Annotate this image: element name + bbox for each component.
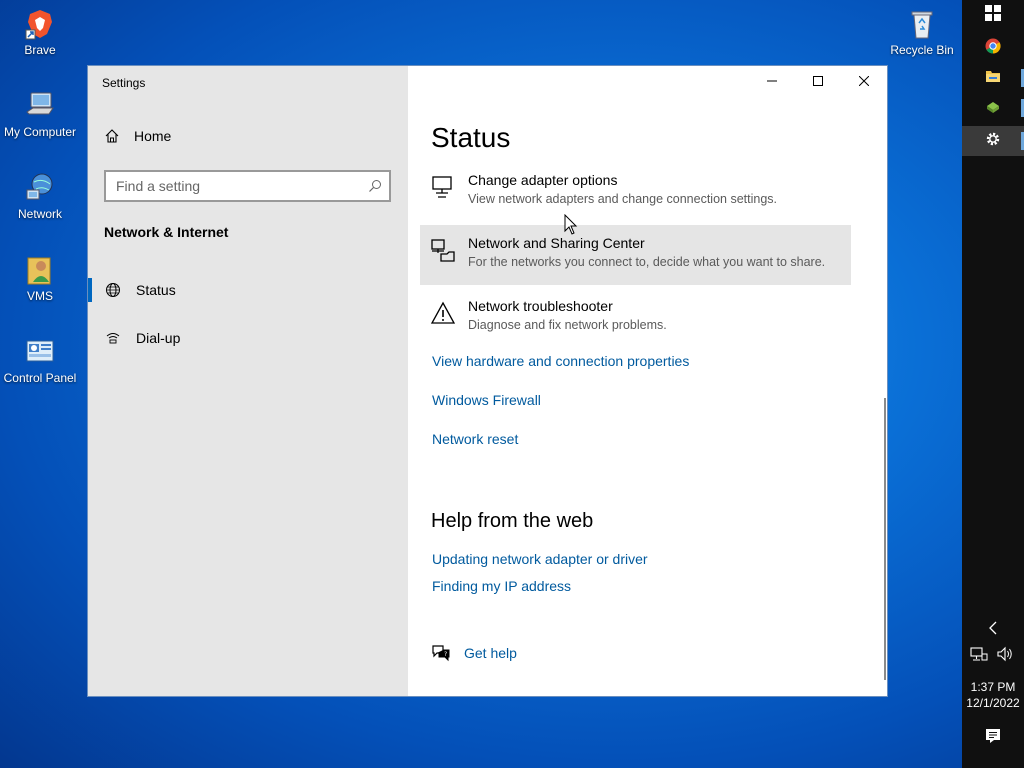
desktop-icon-network[interactable]: Network [0, 172, 80, 221]
link-windows-firewall[interactable]: Windows Firewall [432, 392, 541, 408]
taskbar-file-explorer[interactable] [962, 63, 1024, 93]
item-title: Change adapter options [468, 172, 618, 188]
chevron-left-icon [988, 621, 998, 640]
clock-time[interactable]: 1:37 PM [962, 679, 1024, 695]
item-description: Diagnose and fix network problems. [468, 318, 667, 332]
volume-icon[interactable] [996, 646, 1014, 667]
item-title: Network troubleshooter [468, 298, 613, 314]
taskbar-settings[interactable] [962, 126, 1024, 156]
desktop-icon-label: VMS [26, 289, 53, 303]
desktop-icon-brave[interactable]: Brave [0, 8, 80, 57]
network-icon [24, 172, 56, 204]
selected-indicator [88, 278, 92, 302]
get-help-row[interactable]: ? Get help [431, 643, 517, 663]
network-tray-icon[interactable] [970, 646, 988, 667]
home-link[interactable]: Home [104, 128, 171, 144]
chrome-icon [985, 38, 1001, 59]
desktop-icon-label: Recycle Bin [890, 43, 954, 57]
settings-content: Status Change adapter options View netwo… [408, 66, 887, 696]
page-title: Status [431, 122, 511, 153]
mouse-cursor-icon [564, 213, 578, 241]
desktop-icon-label: Brave [24, 43, 56, 57]
sidebar-item-label: Status [136, 282, 176, 298]
home-icon [104, 128, 120, 144]
link-hardware-connection-properties[interactable]: View hardware and connection properties [432, 353, 689, 369]
get-help-link[interactable]: Get help [464, 645, 517, 661]
taskbar-app[interactable] [962, 93, 1024, 123]
control-panel-icon [24, 336, 56, 368]
user-folder-icon [24, 254, 56, 286]
window-title: Settings [102, 76, 146, 90]
minimize-icon [767, 73, 777, 91]
sidebar-item-status[interactable]: Status [88, 273, 408, 307]
search-box[interactable] [104, 170, 391, 202]
warning-icon [430, 300, 456, 326]
desktop-icon-label: My Computer [3, 125, 77, 139]
windows-start-icon [985, 4, 1001, 26]
item-description: View network adapters and change connect… [468, 192, 777, 206]
search-icon[interactable] [368, 179, 382, 193]
settings-sidebar: Settings Home Network & Internet Status [88, 66, 408, 696]
network-sharing-center-item[interactable]: Network and Sharing Center For the netwo… [420, 225, 851, 285]
desktop-icon-label: Control Panel [3, 371, 77, 385]
link-finding-ip-address[interactable]: Finding my IP address [432, 578, 571, 594]
taskbar: 1:37 PM 12/1/2022 [962, 0, 1024, 768]
brave-icon [24, 8, 56, 40]
scrollbar[interactable] [884, 398, 886, 680]
taskbar-chrome[interactable] [962, 33, 1024, 63]
section-title: Network & Internet [104, 224, 229, 240]
network-troubleshooter-item[interactable]: Network troubleshooter Diagnose and fix … [420, 288, 851, 348]
maximize-button[interactable] [795, 66, 841, 98]
chat-help-icon: ? [431, 643, 451, 663]
sidebar-item-dial-up[interactable]: Dial-up [88, 321, 408, 355]
maximize-icon [813, 73, 823, 91]
notification-icon [985, 728, 1001, 749]
show-hidden-icons-button[interactable] [962, 615, 1024, 645]
globe-icon [105, 282, 121, 298]
desktop-icon-my-computer[interactable]: My Computer [0, 90, 80, 139]
desktop-icon-vms[interactable]: VMS [0, 254, 80, 303]
clock-date[interactable]: 12/1/2022 [962, 695, 1024, 711]
close-icon [858, 73, 870, 91]
settings-gear-icon [985, 131, 1001, 152]
close-button[interactable] [841, 66, 887, 98]
sharing-center-icon [430, 237, 456, 263]
change-adapter-options-item[interactable]: Change adapter options View network adap… [420, 162, 851, 222]
item-description: For the networks you connect to, decide … [468, 255, 826, 269]
link-updating-network-adapter[interactable]: Updating network adapter or driver [432, 551, 648, 567]
start-button[interactable] [962, 0, 1024, 30]
search-input[interactable] [106, 177, 368, 195]
sidebar-item-label: Dial-up [136, 330, 181, 346]
home-label: Home [134, 128, 172, 144]
computer-icon [24, 90, 56, 122]
svg-text:?: ? [444, 651, 447, 658]
help-section-title: Help from the web [431, 510, 594, 532]
item-title: Network and Sharing Center [468, 235, 645, 251]
adapter-icon [430, 174, 456, 200]
action-center-button[interactable] [962, 723, 1024, 753]
settings-window: Settings Home Network & Internet Status [87, 65, 888, 697]
desktop-icon-control-panel[interactable]: Control Panel [0, 336, 80, 385]
app-icon [985, 98, 1001, 119]
desktop-icon-recycle-bin[interactable]: Recycle Bin [882, 8, 962, 57]
dialup-icon [105, 330, 121, 346]
desktop-icon-label: Network [17, 207, 62, 221]
link-network-reset[interactable]: Network reset [432, 431, 518, 447]
minimize-button[interactable] [749, 66, 795, 98]
file-explorer-icon [985, 68, 1001, 89]
recycle-bin-icon [906, 8, 938, 40]
